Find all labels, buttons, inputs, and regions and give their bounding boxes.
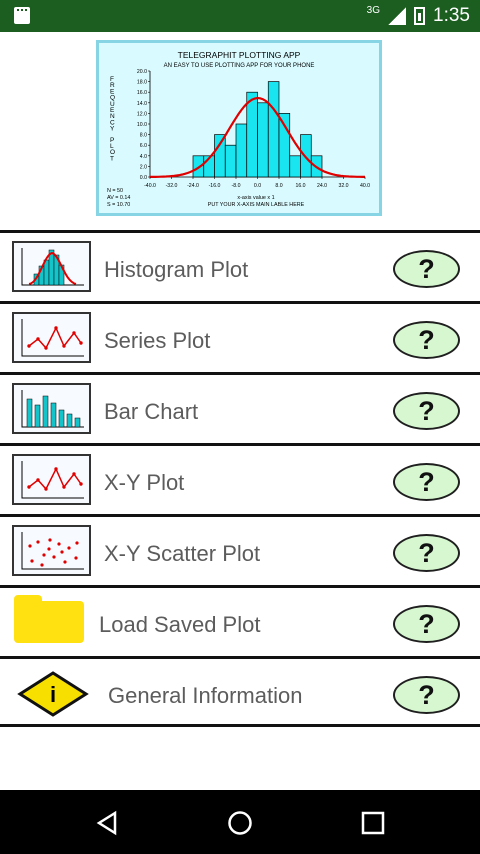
y-axis-label: FREQUENCY PLOT bbox=[110, 76, 115, 162]
scatter-plot-icon bbox=[12, 525, 91, 576]
y-tick-label: 12.0 bbox=[137, 111, 147, 117]
menu-label-series: Series Plot bbox=[104, 328, 211, 353]
help-button-general-information[interactable]: ? bbox=[383, 666, 467, 723]
x-tick-label: -16.0 bbox=[209, 183, 221, 189]
menu-label-general-information: General Information bbox=[108, 683, 303, 708]
xy-plot-icon bbox=[12, 454, 91, 505]
stat-s: S = 10.70 bbox=[107, 202, 130, 208]
y-tick-label: 6.0 bbox=[140, 143, 147, 149]
clock: 1:35 bbox=[433, 5, 470, 26]
x-tick-label: -8.0 bbox=[232, 183, 241, 189]
y-label-letter: Y bbox=[110, 126, 115, 133]
histogram-bar bbox=[214, 134, 226, 178]
x-tick-label: -24.0 bbox=[187, 183, 199, 189]
x-tick-label: -32.0 bbox=[166, 183, 178, 189]
x-tick-label: 24.0 bbox=[317, 183, 327, 189]
x-ticks: -40.0 -32.0 -24.0 -16.0 -8.0 0.0 8.0 16.0 24.0 32… bbox=[144, 177, 370, 189]
network-type: 3G bbox=[366, 4, 381, 16]
app-banner-chart: TELEGRAPHIT PLOTTING APP AN EASY TO USE … bbox=[96, 40, 382, 216]
menu-label-bar-chart: Bar Chart bbox=[104, 399, 199, 424]
navigation-bar bbox=[0, 790, 480, 854]
status-right: 3G 1:35 bbox=[367, 4, 470, 28]
help-label: ? bbox=[393, 605, 460, 643]
histogram-icon bbox=[12, 241, 91, 292]
y-tick-label: 8.0 bbox=[140, 133, 147, 139]
y-tick-label: 20.0 bbox=[137, 69, 147, 75]
menu-item-xy-plot[interactable]: X-Y Plot ? bbox=[0, 443, 480, 514]
y-tick-label: 10.0 bbox=[137, 122, 147, 128]
back-icon[interactable] bbox=[94, 810, 120, 836]
series-icon bbox=[12, 312, 91, 363]
histogram-bar bbox=[289, 155, 301, 178]
histogram-bar bbox=[278, 113, 291, 178]
chart-bars bbox=[192, 81, 323, 178]
menu-item-general-information[interactable]: i General Information ? bbox=[0, 656, 480, 727]
x-tick-label: -40.0 bbox=[144, 183, 156, 189]
y-tick-label: 18.0 bbox=[137, 80, 147, 86]
battery-icon bbox=[414, 7, 426, 25]
help-button-scatter-plot[interactable]: ? bbox=[383, 524, 467, 581]
x-tick-label: 32.0 bbox=[338, 183, 348, 189]
help-label: ? bbox=[393, 534, 460, 572]
status-bar: 3G 1:35 bbox=[0, 0, 480, 32]
menu-item-bar-chart[interactable]: Bar Chart ? bbox=[0, 372, 480, 443]
histogram-bar bbox=[246, 91, 258, 178]
menu-item-scatter-plot[interactable]: X-Y Scatter Plot ? bbox=[0, 514, 480, 585]
x-axis-label: x-axis value x 1 bbox=[237, 195, 274, 201]
help-button-xy-plot[interactable]: ? bbox=[383, 453, 467, 510]
home-icon[interactable] bbox=[227, 810, 253, 836]
help-label: ? bbox=[393, 463, 460, 501]
x-tick-label: 40.0 bbox=[360, 183, 370, 189]
help-button-series[interactable]: ? bbox=[383, 311, 467, 368]
info-icon: i bbox=[17, 671, 89, 717]
histogram-bar bbox=[235, 123, 248, 178]
help-label: ? bbox=[393, 250, 460, 288]
y-tick-label: 16.0 bbox=[137, 90, 147, 96]
menu-label-scatter-plot: X-Y Scatter Plot bbox=[104, 541, 261, 566]
chart-subtitle: AN EASY TO USE PLOTTING APP FOR YOUR PHO… bbox=[164, 63, 315, 69]
menu-label-histogram: Histogram Plot bbox=[104, 257, 249, 282]
histogram-bar bbox=[267, 81, 280, 178]
menu-item-load-saved-plot[interactable]: Load Saved Plot ? bbox=[0, 585, 480, 656]
signal-icon bbox=[388, 7, 407, 25]
help-label: ? bbox=[393, 676, 460, 714]
y-tick-label: 14.0 bbox=[137, 101, 147, 107]
y-tick-label: 0.0 bbox=[140, 175, 147, 181]
info-letter: i bbox=[50, 682, 56, 707]
x-tick-label: 16.0 bbox=[295, 183, 305, 189]
help-label: ? bbox=[393, 321, 460, 359]
folder-icon bbox=[14, 595, 84, 643]
bar-chart-icon bbox=[12, 383, 91, 434]
menu-label-load-saved-plot: Load Saved Plot bbox=[99, 612, 261, 637]
histogram-bar bbox=[257, 102, 269, 178]
menu-label-xy-plot: X-Y Plot bbox=[104, 470, 185, 495]
sd-card-icon bbox=[14, 7, 30, 24]
y-ticks: 20.0 18.0 16.0 14.0 12.0 10.0 8.0 6.0 4.0 2.0 0.0 bbox=[137, 69, 150, 181]
x-axis-caption: PUT YOUR X-AXIS MAIN LABLE HERE bbox=[208, 202, 305, 208]
x-tick-label: 0.0 bbox=[254, 183, 261, 189]
banner-svg: TELEGRAPHIT PLOTTING APP AN EASY TO USE … bbox=[107, 50, 370, 208]
plot-menu: Histogram Plot ? Series Plot ? Bar Chart… bbox=[0, 230, 480, 727]
x-tick-label: 8.0 bbox=[275, 183, 282, 189]
recent-apps-icon[interactable] bbox=[360, 810, 386, 836]
help-button-histogram[interactable]: ? bbox=[383, 240, 467, 297]
menu-item-histogram[interactable]: Histogram Plot ? bbox=[0, 230, 480, 301]
y-label-letter: T bbox=[110, 155, 114, 162]
stat-n: N = 50 bbox=[107, 188, 123, 194]
histogram-bar bbox=[224, 144, 237, 178]
y-tick-label: 2.0 bbox=[140, 164, 147, 170]
chart-title: TELEGRAPHIT PLOTTING APP bbox=[178, 50, 301, 60]
help-button-bar-chart[interactable]: ? bbox=[383, 382, 467, 439]
stat-av: AV = 0.14 bbox=[107, 195, 130, 201]
help-button-load-saved-plot[interactable]: ? bbox=[383, 595, 467, 652]
y-tick-label: 4.0 bbox=[140, 154, 147, 160]
menu-item-series[interactable]: Series Plot ? bbox=[0, 301, 480, 372]
help-label: ? bbox=[393, 392, 460, 430]
